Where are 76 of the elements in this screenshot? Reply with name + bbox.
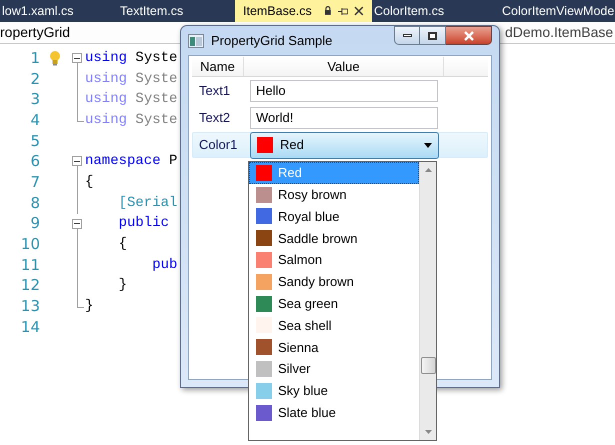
scroll-down-icon[interactable] (424, 430, 432, 434)
code-line: } (85, 297, 94, 316)
caret-icon (424, 142, 432, 148)
color-option[interactable]: Sienna (249, 336, 419, 358)
collapse-icon[interactable] (72, 53, 82, 63)
minimize-icon (402, 34, 412, 37)
color-dropdown[interactable]: Red (250, 132, 439, 158)
line-number: 12 (20, 278, 40, 294)
code-line: namespace P (85, 152, 178, 172)
line-number: 8 (29, 196, 40, 211)
property-row[interactable]: Text1 Hello (192, 78, 488, 104)
app-icon (188, 34, 204, 48)
scroll-thumb[interactable] (420, 357, 436, 374)
code-line: public (118, 214, 170, 234)
close-icon[interactable] (354, 6, 364, 16)
column-header[interactable]: Value (244, 57, 444, 76)
code-line: { (85, 172, 94, 192)
line-number: 7 (29, 174, 40, 190)
property-row[interactable]: Text2 World! (192, 105, 488, 131)
property-name: Text2 (198, 109, 232, 128)
color-option[interactable]: Royal blue (249, 206, 419, 228)
code-line: using Syste (85, 110, 178, 130)
color-option[interactable]: Rosy brown (249, 184, 419, 206)
line-number: 9 (29, 216, 40, 232)
close-button[interactable] (446, 26, 492, 45)
code-line: } (118, 276, 128, 296)
line-number: 6 (29, 154, 40, 170)
text-field[interactable]: World! (250, 107, 438, 129)
collapse-icon[interactable] (72, 218, 82, 228)
line-number: 10 (20, 237, 40, 252)
pin-icon[interactable] (338, 6, 348, 16)
color-option[interactable]: Sea green (249, 292, 419, 315)
line-number: 2 (29, 72, 40, 87)
line-number: 11 (20, 258, 40, 273)
member-dropdown[interactable]: dDemo.ItemBase (505, 22, 615, 43)
lightbulb-icon[interactable] (49, 50, 61, 66)
line-number: 4 (29, 112, 40, 128)
document-tab[interactable]: TextItem.cs (118, 0, 235, 22)
code-line: [Serial (118, 194, 178, 213)
color-option[interactable]: Silver (249, 358, 419, 380)
window-title: PropertyGrid Sample (211, 32, 332, 50)
scroll-up-icon[interactable] (424, 168, 432, 172)
document-tab[interactable]: ColorItem.cs (372, 0, 500, 22)
minimize-button[interactable] (394, 26, 420, 45)
document-tab[interactable]: ItemBase.cs (235, 0, 372, 22)
document-tab[interactable]: low1.xaml.cs (0, 0, 118, 22)
property-row[interactable]: Color1 Red (192, 132, 488, 158)
line-number: 13 (20, 299, 40, 314)
text-field[interactable]: Hello (250, 80, 438, 102)
color-option[interactable]: Saddle brown (249, 227, 419, 250)
maximize-button[interactable] (420, 26, 446, 45)
property-name: Text1 (198, 82, 232, 100)
line-number: 5 (29, 134, 40, 149)
color-option[interactable]: Salmon (249, 249, 419, 271)
code-line: { (118, 235, 128, 254)
collapse-icon[interactable] (72, 156, 82, 166)
line-number: 3 (29, 92, 40, 108)
scrollbar[interactable] (419, 162, 436, 440)
color-option[interactable]: Sandy brown (249, 270, 419, 293)
type-dropdown[interactable]: ropertyGrid (0, 22, 70, 43)
close-icon (462, 30, 474, 40)
color-option[interactable]: Sky blue (249, 380, 419, 402)
column-header[interactable]: Name (192, 57, 244, 76)
color-option[interactable]: Slate blue (249, 402, 419, 424)
line-number: 1 (29, 50, 40, 66)
lock-icon (324, 6, 332, 16)
code-line: using Syste (85, 48, 178, 68)
color-option[interactable]: Sea shell (249, 314, 419, 336)
selected-value: Red (280, 136, 304, 154)
property-name: Color1 (198, 136, 238, 154)
code-line: using Syste (85, 90, 178, 110)
maximize-icon (428, 32, 437, 40)
line-number: 14 (20, 320, 40, 335)
code-line: pub (151, 256, 178, 275)
document-tab[interactable]: ColorItemViewMode (500, 0, 615, 22)
code-line: using Syste (85, 70, 178, 89)
